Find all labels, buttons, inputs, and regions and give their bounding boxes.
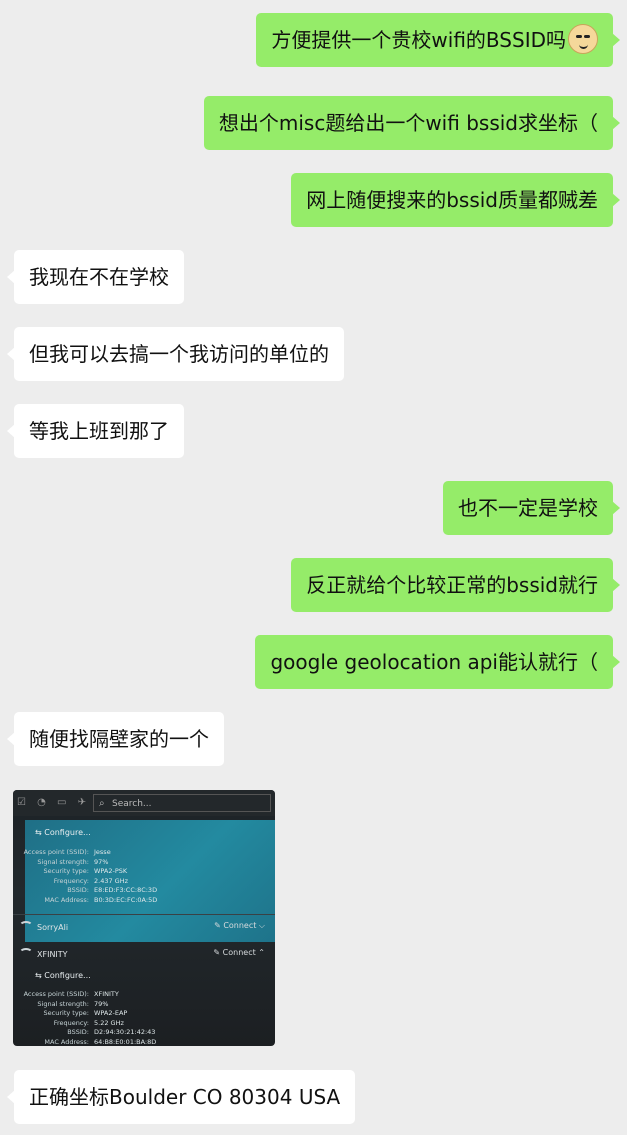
message-bubble-sent[interactable]: 反正就给个比较正常的bssid就行 [291, 558, 620, 612]
message-bubble-sent[interactable]: 方便提供一个贵校wifi的BSSID吗 [256, 13, 620, 67]
message-text: 正确坐标Boulder CO 80304 USA [29, 1085, 341, 1109]
message-bubble-sent[interactable]: 想出个misc题给出一个wifi bssid求坐标（ [203, 96, 621, 150]
message-bubble-sent[interactable]: 也不一定是学校 [443, 481, 620, 535]
connect-link: ✎ Connect ⌵ [214, 921, 265, 930]
message-text: google geolocation api能认就行（ [270, 650, 598, 674]
divider [13, 914, 275, 915]
message-text: 想出个misc题给出一个wifi bssid求坐标（ [218, 111, 598, 135]
wifi-icon [19, 921, 33, 931]
message-bubble-received[interactable]: 但我可以去搞一个我访问的单位的 [7, 327, 344, 381]
top-network-details: Access point (SSID): Jesse Signal strengt… [23, 848, 158, 904]
message-text: 也不一定是学校 [458, 496, 598, 520]
message-text: 我现在不在学校 [29, 265, 169, 289]
message-text: 反正就给个比较正常的bssid就行 [306, 573, 598, 597]
network-item-xfinity: XFINITY [19, 948, 68, 959]
message-bubble-received[interactable]: 正确坐标Boulder CO 80304 USA [6, 1070, 356, 1124]
message-bubble-sent[interactable]: google geolocation api能认就行（ [255, 635, 620, 689]
message-text: 但我可以去搞一个我访问的单位的 [29, 342, 329, 366]
wifi-screenshot-image[interactable]: ☑ ◔ ▭ ✈ Search... Configure... Access po… [13, 790, 275, 1046]
image-toolbar: ☑ ◔ ▭ ✈ Search... [13, 790, 275, 816]
message-text: 网上随便搜来的bssid质量都贼差 [306, 188, 598, 212]
message-text: 方便提供一个贵校wifi的BSSID吗 [271, 28, 566, 52]
message-text: 等我上班到那了 [29, 419, 169, 443]
message-bubble-sent[interactable]: 网上随便搜来的bssid质量都贼差 [291, 173, 620, 227]
connect-link: ✎ Connect ⌃ [213, 948, 265, 957]
configure-link: Configure... [35, 971, 90, 980]
image-search-box: Search... [93, 794, 271, 813]
message-bubble-received[interactable]: 等我上班到那了 [7, 404, 184, 458]
message-bubble-received[interactable]: 随便找隔壁家的一个 [7, 712, 224, 766]
doge-emoji-icon [568, 24, 598, 54]
chat-area: 方便提供一个贵校wifi的BSSID吗 想出个misc题给出一个wifi bss… [0, 0, 627, 1135]
configure-link: Configure... [35, 828, 90, 837]
bottom-network-details: Access point (SSID): XFINITY Signal stren… [23, 990, 157, 1046]
network-item-sorryali: SorryAli [19, 921, 68, 932]
message-bubble-received[interactable]: 我现在不在学校 [7, 250, 184, 304]
toolbar-icons: ☑ ◔ ▭ ✈ [17, 797, 91, 808]
message-text: 随便找隔壁家的一个 [29, 727, 209, 751]
wifi-icon [19, 948, 33, 958]
